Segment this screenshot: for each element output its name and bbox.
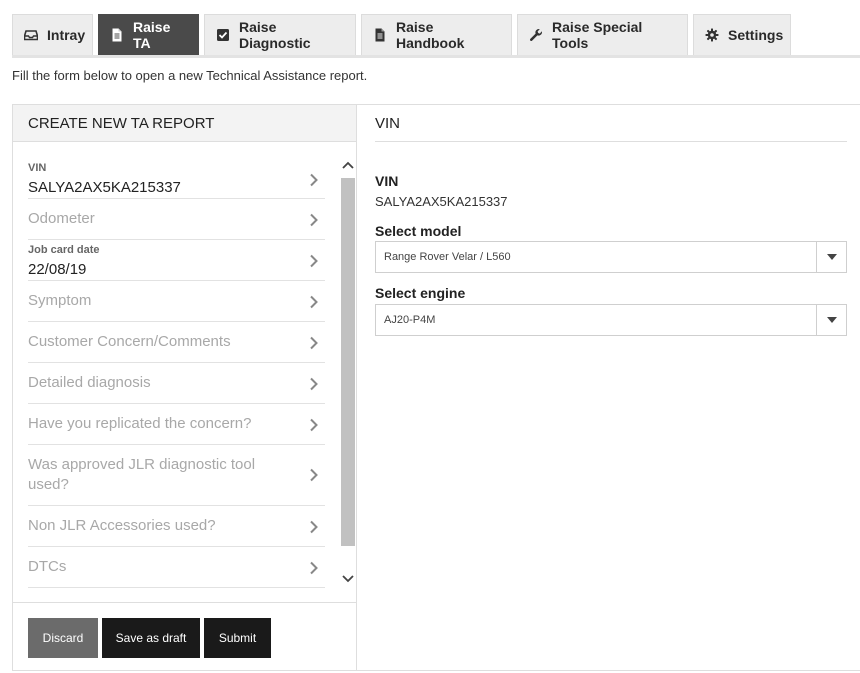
item-value: SALYA2AX5KA215337 [28,179,181,196]
tab-raise-ta[interactable]: Raise TA [98,14,199,55]
tab-label: Raise Diagnostic [239,19,311,51]
document-icon [373,28,387,42]
chevron-right-icon [309,213,319,227]
caret-down-icon[interactable] [816,242,846,272]
form-section-list: VIN SALYA2AX5KA215337 Odometer Job card … [13,143,356,603]
engine-select[interactable]: AJ20-P4M [375,304,847,336]
engine-select-value: AJ20-P4M [384,314,436,326]
item-placeholder: Non JLR Accessories used? [28,517,216,534]
save-as-draft-button[interactable]: Save as draft [102,618,200,658]
list-scrollbar[interactable] [340,143,356,603]
wrench-icon [529,28,543,42]
item-placeholder: Detailed diagnosis [28,374,151,391]
chevron-right-icon [309,520,319,534]
gear-icon [705,28,719,42]
scroll-down-arrow-icon[interactable] [340,571,356,587]
tab-bar-divider [12,55,860,58]
tab-settings[interactable]: Settings [693,14,791,55]
checkbox-icon [216,28,230,42]
tab-label: Intray [47,27,86,43]
vin-detail-panel: VIN VIN SALYA2AX5KA215337 Select model R… [357,104,860,671]
discard-button[interactable]: Discard [28,618,98,658]
tab-bar: Intray Raise TA Raise Diagnostic Raise H… [12,14,796,56]
inbox-icon [24,28,38,42]
item-placeholder: Have you replicated the concern? [28,415,252,432]
tab-intray[interactable]: Intray [12,14,93,55]
item-label: VIN [28,162,47,174]
model-select-value: Range Rover Velar / L560 [384,251,511,263]
list-item-customer-concern[interactable]: Customer Concern/Comments [28,322,325,363]
chevron-right-icon [309,418,319,432]
section-title: VIN [375,115,401,132]
list-item-replicated-concern[interactable]: Have you replicated the concern? [28,404,325,445]
select-engine-label: Select engine [375,285,466,301]
item-value: 22/08/19 [28,261,87,278]
scroll-up-arrow-icon[interactable] [340,157,356,173]
panel-title: CREATE NEW TA REPORT [13,105,356,142]
tab-label: Raise TA [133,19,171,51]
chevron-right-icon [309,173,319,187]
select-model-label: Select model [375,223,462,239]
form-actions: Discard Save as draft Submit [13,602,356,670]
chevron-right-icon [309,254,319,268]
section-divider [375,141,847,142]
create-ta-panel: CREATE NEW TA REPORT VIN SALYA2AX5KA2153… [12,104,357,671]
item-placeholder: Customer Concern/Comments [28,333,231,350]
intro-text: Fill the form below to open a new Techni… [12,68,368,83]
scrollbar-thumb[interactable] [341,178,355,546]
chevron-right-icon [309,295,319,309]
list-item-non-jlr-accessories[interactable]: Non JLR Accessories used? [28,506,325,547]
tab-label: Settings [728,27,784,43]
item-label: Job card date [28,244,100,256]
chevron-right-icon [309,336,319,350]
tab-label: Raise Special Tools [552,19,643,51]
vin-value: SALYA2AX5KA215337 [375,194,508,209]
list-item-vin[interactable]: VIN SALYA2AX5KA215337 [28,143,325,199]
list-item-symptom[interactable]: Symptom [28,281,325,322]
list-item-detailed-diagnosis[interactable]: Detailed diagnosis [28,363,325,404]
tab-raise-special-tools[interactable]: Raise Special Tools [517,14,688,55]
chevron-right-icon [309,377,319,391]
item-placeholder: Symptom [28,292,92,309]
vin-label: VIN [375,173,399,189]
chevron-right-icon [309,561,319,575]
list-item-odometer[interactable]: Odometer [28,199,325,240]
item-placeholder: DTCs [28,558,67,575]
list-item-job-card-date[interactable]: Job card date 22/08/19 [28,240,325,281]
item-placeholder: Odometer [28,210,95,227]
document-icon [110,28,124,42]
item-placeholder: Was approved JLR diagnostic tool used? [28,456,256,493]
chevron-right-icon [309,468,319,482]
model-select[interactable]: Range Rover Velar / L560 [375,241,847,273]
submit-button[interactable]: Submit [204,618,271,658]
list-item-diagnostic-tool[interactable]: Was approved JLR diagnostic tool used? [28,445,325,506]
caret-down-icon[interactable] [816,305,846,335]
tab-raise-handbook[interactable]: Raise Handbook [361,14,512,55]
tab-label: Raise Handbook [396,19,465,51]
tab-raise-diagnostic[interactable]: Raise Diagnostic [204,14,356,55]
list-item-dtcs[interactable]: DTCs [28,547,325,588]
